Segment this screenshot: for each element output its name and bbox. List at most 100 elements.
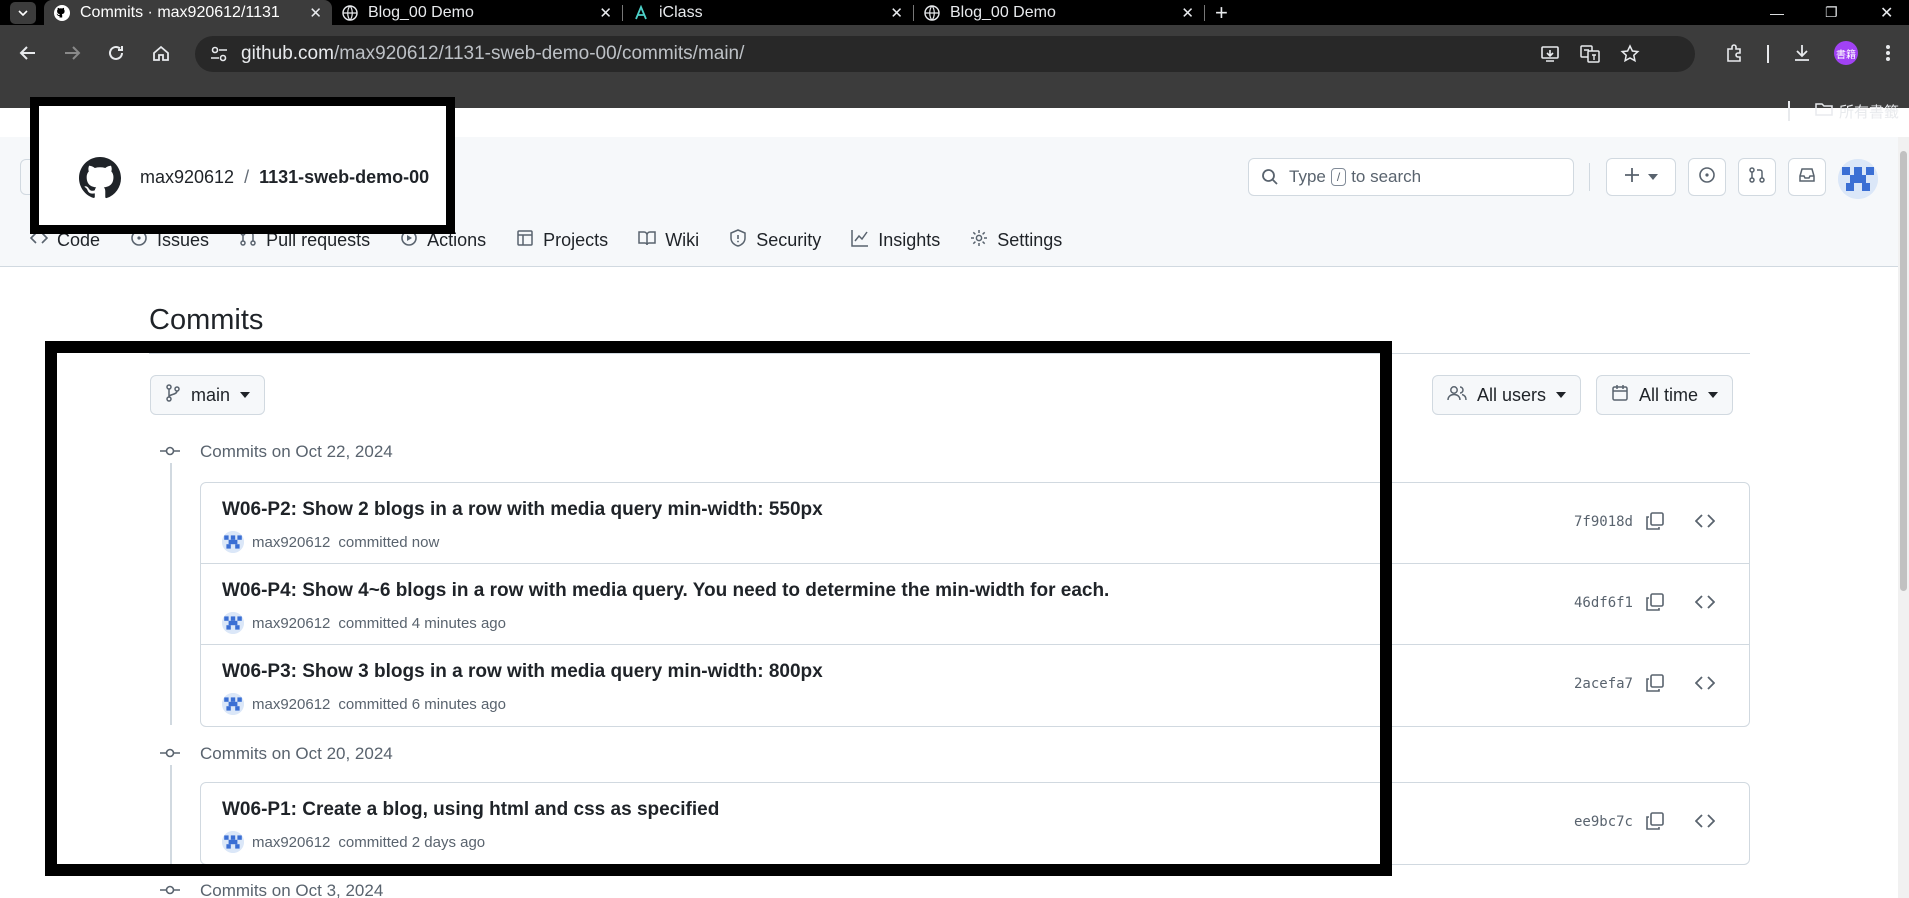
tab-blog-demo-2[interactable]: Blog_00 Demo ✕ [914, 0, 1204, 25]
search-icon [1261, 168, 1279, 186]
repo-nav-settings[interactable]: Settings [970, 229, 1062, 252]
breadcrumb-separator: / [244, 167, 250, 187]
create-new-button[interactable] [1606, 158, 1676, 196]
tab-title: Blog_00 Demo [368, 3, 474, 21]
tab-title: iClass [659, 3, 703, 21]
page-scrollbar[interactable] [1898, 137, 1909, 898]
browser-toolbar: github.com/max920612/1131-sweb-demo-00/c… [0, 25, 1909, 108]
browse-code-icon[interactable] [1694, 673, 1716, 698]
issue-icon [1698, 166, 1716, 189]
repo-link[interactable]: 1131-sweb-demo-00 [259, 167, 429, 188]
users-filter-button[interactable]: All users [1432, 375, 1582, 415]
site-info-icon[interactable] [209, 44, 229, 69]
search-placeholder-rest: to search [1351, 167, 1422, 186]
issues-button[interactable] [1688, 158, 1726, 196]
owner-link[interactable]: max920612 [140, 167, 234, 188]
copy-icon[interactable] [1645, 811, 1665, 836]
extensions-icon[interactable] [1718, 37, 1750, 69]
url-host: github.com [241, 43, 334, 64]
close-window-icon[interactable]: ✕ [1880, 0, 1893, 25]
search-input[interactable]: Type / to search [1248, 158, 1574, 196]
bookmark-divider [1788, 101, 1790, 121]
tab-title: Blog_00 Demo [950, 3, 1056, 21]
chevron-down-icon [1708, 392, 1719, 398]
browser-tab-strip: Commits · max920612/1131-s ✕ Blog_00 Dem… [0, 0, 1909, 25]
repo-nav-label: Settings [997, 229, 1063, 250]
forward-icon[interactable] [56, 37, 88, 69]
commit-sha-link[interactable]: 7f9018d [1574, 514, 1633, 530]
download-icon[interactable] [1786, 37, 1818, 69]
inbox-button[interactable] [1788, 158, 1826, 196]
repo-nav-label: Security [756, 229, 822, 250]
repo-nav-insights[interactable]: Insights [851, 229, 940, 252]
repo-nav-wiki[interactable]: Wiki [638, 229, 699, 252]
profile-avatar[interactable]: 書籍 [1830, 37, 1862, 69]
repo-nav-security[interactable]: Security [729, 228, 822, 252]
tab-separator [1204, 4, 1205, 21]
calendar-icon [1611, 384, 1629, 407]
commit-sha-link[interactable]: 46df6f1 [1574, 595, 1633, 611]
scrollbar-thumb[interactable] [1900, 151, 1907, 591]
profile-label: 書籍 [1834, 41, 1858, 65]
bookmark-star-icon[interactable] [1620, 44, 1640, 69]
annotation-frame [45, 341, 1392, 876]
new-tab-icon[interactable]: + [1215, 0, 1228, 26]
folder-icon [1815, 101, 1833, 121]
restore-icon[interactable]: ❐ [1825, 0, 1838, 25]
gear-icon [970, 229, 988, 252]
minimize-icon[interactable]: — [1770, 0, 1784, 25]
close-tab-icon[interactable]: ✕ [1181, 4, 1194, 22]
commit-group-date: Commits on Oct 3, 2024 [200, 881, 384, 898]
translate-icon[interactable] [1580, 44, 1600, 69]
address-bar[interactable]: github.com/max920612/1131-sweb-demo-00/c… [195, 36, 1695, 72]
tab-commits[interactable]: Commits · max920612/1131-s ✕ [44, 0, 332, 25]
browse-code-icon[interactable] [1694, 811, 1716, 836]
table-icon [516, 229, 534, 252]
commit-sha-link[interactable]: ee9bc7c [1574, 814, 1633, 830]
close-tab-icon[interactable]: ✕ [599, 4, 612, 22]
all-bookmarks-label: 所有書籤 [1838, 103, 1899, 121]
time-filter-label: All time [1639, 384, 1699, 405]
install-app-icon[interactable] [1540, 44, 1560, 69]
close-tab-icon[interactable]: ✕ [890, 4, 903, 22]
commit-node-icon [160, 881, 180, 898]
header-divider [1589, 163, 1590, 191]
close-tab-icon[interactable]: ✕ [309, 4, 322, 22]
tab-blog-demo-1[interactable]: Blog_00 Demo ✕ [332, 0, 622, 25]
github-icon [54, 4, 70, 21]
plus-icon [1624, 167, 1640, 188]
iclass-icon [633, 4, 649, 21]
tab-iclass[interactable]: iClass ✕ [623, 0, 913, 25]
repo-nav-label: Projects [543, 229, 609, 250]
github-logo-icon [79, 157, 122, 204]
copy-icon[interactable] [1645, 511, 1665, 536]
globe-icon [342, 4, 358, 21]
time-filter-button[interactable]: All time [1596, 375, 1734, 415]
commit-sha-link[interactable]: 2acefa7 [1574, 676, 1633, 692]
search-placeholder-type: Type [1289, 167, 1326, 186]
pull-requests-button[interactable] [1738, 158, 1776, 196]
page-title: Commits [149, 304, 264, 336]
copy-icon[interactable] [1645, 673, 1665, 698]
url-path: /max920612/1131-sweb-demo-00/commits/mai… [333, 43, 745, 64]
people-icon [1447, 384, 1467, 407]
repo-nav-projects[interactable]: Projects [516, 229, 608, 252]
browse-code-icon[interactable] [1694, 511, 1716, 536]
all-bookmarks[interactable]: 所有書籤 [1815, 100, 1899, 122]
browse-code-icon[interactable] [1694, 592, 1716, 617]
repo-nav-label: Wiki [665, 229, 700, 250]
copy-icon[interactable] [1645, 592, 1665, 617]
user-avatar[interactable] [1838, 159, 1878, 199]
browser-menu-icon[interactable] [1872, 37, 1904, 69]
inbox-icon [1798, 166, 1816, 189]
reload-icon[interactable] [100, 37, 132, 69]
url-text: github.com/max920612/1131-sweb-demo-00/c… [241, 43, 744, 65]
back-icon[interactable] [12, 37, 44, 69]
chevron-down-icon [1556, 392, 1567, 398]
book-icon [638, 229, 656, 252]
home-icon[interactable] [145, 37, 177, 69]
tab-search-button[interactable] [10, 1, 36, 24]
tab-title: Commits · max920612/1131-s [80, 3, 280, 21]
breadcrumb-visible: max920612 / 1131-sweb-demo-00 [140, 167, 429, 188]
repo-nav-label: Insights [878, 229, 941, 250]
